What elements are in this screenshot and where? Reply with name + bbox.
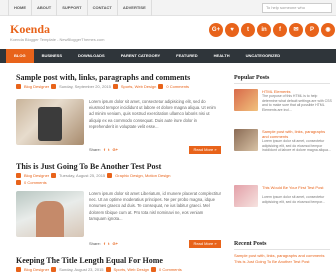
post-meta: Blog Designer Sunday, September 20, 2015… xyxy=(16,84,221,90)
popular-post-item: HTML Elements The purpose of this HTML i… xyxy=(232,89,332,121)
post-meta: Blog Designer Tuesday, August 25, 2015 G… xyxy=(16,173,221,179)
post-date: Sunday, August 23, 2015 xyxy=(59,267,104,272)
top-navigation: Home About Support Contact Advertise xyxy=(8,0,152,16)
post-thumbnail[interactable] xyxy=(16,191,84,237)
popular-post-title[interactable]: This Would Be Your First Test Post xyxy=(262,185,332,190)
post-thumbnail[interactable] xyxy=(16,99,84,145)
user-icon xyxy=(16,267,21,272)
social-icons: G+ ♥ t in f ✉ P ◉ xyxy=(207,23,335,37)
site-logo[interactable]: Koenda xyxy=(10,23,50,35)
comment-icon xyxy=(16,180,21,185)
nav-uncategorized[interactable]: Uncategorized xyxy=(238,49,289,63)
share-bar: Share: f t G+ xyxy=(89,147,118,152)
linkedin-icon[interactable]: in xyxy=(257,23,271,37)
top-nav-advertise[interactable]: Advertise xyxy=(118,0,152,16)
share-bar: Share: f t G+ xyxy=(89,241,118,246)
top-nav-support[interactable]: Support xyxy=(57,0,88,16)
read-more-button[interactable]: Read More » xyxy=(189,240,221,248)
twitter-share-icon[interactable]: t xyxy=(108,241,109,246)
share-label: Share: xyxy=(89,241,101,246)
tag-icon xyxy=(112,84,118,89)
post-author[interactable]: Blog Designer xyxy=(24,84,49,90)
post-author[interactable]: Blog Designer xyxy=(24,173,49,179)
popular-post-title[interactable]: Sample post with, links, paragraphs and … xyxy=(262,129,332,139)
clock-icon xyxy=(51,267,57,272)
post-title[interactable]: Keeping The Title Length Equal For Home xyxy=(16,256,221,266)
post-title[interactable]: This is Just Going To Be Another Test Po… xyxy=(16,162,221,172)
tag-icon xyxy=(107,173,113,178)
nav-business[interactable]: Business xyxy=(34,49,70,63)
read-more-button[interactable]: Read More » xyxy=(189,146,221,154)
popular-post-item: This Would Be Your First Test Post Lorem… xyxy=(232,185,332,217)
post-author[interactable]: Blog Designer xyxy=(24,267,49,273)
popular-post-thumbnail[interactable] xyxy=(234,185,258,207)
instagram-icon[interactable]: ◉ xyxy=(321,23,335,37)
top-nav-contact[interactable]: Contact xyxy=(88,0,118,16)
search-input[interactable]: To help someone who xyxy=(262,3,332,13)
post-item: This is Just Going To Be Another Test Po… xyxy=(16,162,221,248)
post-comments[interactable]: 0 Comments xyxy=(24,180,47,186)
post-title[interactable]: Sample post with, links, paragraphs and … xyxy=(16,73,221,83)
clock-icon xyxy=(51,84,57,89)
twitter-share-icon[interactable]: t xyxy=(108,147,109,152)
nav-downloads[interactable]: Downloads xyxy=(70,49,113,63)
googleplus-share-icon[interactable]: G+ xyxy=(112,241,117,246)
person-image xyxy=(36,201,64,237)
site-tagline: Koenda Blogger Template - NewBloggerThem… xyxy=(10,37,105,42)
popular-post-excerpt: Lorem ipsum dolor sit amet, consectetur … xyxy=(262,195,326,204)
recent-posts-title: Recent Posts xyxy=(234,241,330,250)
facebook-share-icon[interactable]: f xyxy=(104,241,105,246)
nav-featured[interactable]: Featured xyxy=(168,49,205,63)
post-excerpt: Lorem ipsum dolor sit amet Liberiatum, i… xyxy=(89,191,221,221)
post-labels[interactable]: Sports, Web Design xyxy=(121,84,157,90)
top-nav-about[interactable]: About xyxy=(32,0,58,16)
sidebar: Popular Posts HTML Elements The purpose … xyxy=(232,63,332,280)
pinterest-icon[interactable]: P xyxy=(305,23,319,37)
nav-health[interactable]: Health xyxy=(206,49,238,63)
popular-post-excerpt: The purpose of this HTML is to help dete… xyxy=(262,94,332,112)
post-date: Sunday, September 20, 2015 xyxy=(59,84,111,89)
mail-icon[interactable]: ✉ xyxy=(289,23,303,37)
post-comments[interactable]: 0 Comments xyxy=(166,84,189,90)
user-icon xyxy=(16,84,21,89)
facebook-share-icon[interactable]: f xyxy=(104,147,105,152)
comment-icon xyxy=(151,267,157,272)
tag-icon xyxy=(105,267,111,272)
user-icon xyxy=(16,173,21,178)
popular-post-excerpt: Lorem ipsum dolor sit amet, consectetur … xyxy=(262,139,331,153)
post-excerpt: Lorem ipsum dolor sit amet, consectetur … xyxy=(89,99,216,129)
share-label: Share: xyxy=(89,147,101,152)
post-labels[interactable]: Sports, Web Design xyxy=(114,267,150,273)
nav-blog[interactable]: Blog xyxy=(6,49,34,63)
popular-post-thumbnail[interactable] xyxy=(234,89,258,111)
popular-posts-title: Popular Posts xyxy=(234,75,330,84)
popular-post-item: Sample post with, links, paragraphs and … xyxy=(232,129,332,161)
phone-image xyxy=(38,107,62,141)
post-labels[interactable]: Graphic Design, Motion Design xyxy=(115,173,170,179)
nav-parent-category[interactable]: Parent Category xyxy=(113,49,168,63)
heart-icon[interactable]: ♥ xyxy=(225,23,239,37)
comment-icon xyxy=(158,84,164,89)
googleplus-share-icon[interactable]: G+ xyxy=(112,147,117,152)
post-meta: Blog Designer Sunday, August 23, 2015 Sp… xyxy=(16,267,221,273)
recent-post-link[interactable]: This is Just Going To Be Another Test Po… xyxy=(234,259,330,265)
post-item: Keeping The Title Length Equal For Home … xyxy=(16,256,221,280)
google-plus-icon[interactable]: G+ xyxy=(209,23,223,37)
post-comments[interactable]: 0 Comments xyxy=(159,267,182,273)
top-nav-home[interactable]: Home xyxy=(8,0,32,16)
post-list: Sample post with, links, paragraphs and … xyxy=(0,63,226,280)
facebook-icon[interactable]: f xyxy=(273,23,287,37)
post-date: Tuesday, August 25, 2015 xyxy=(59,173,106,178)
recent-posts-list: Sample post with, links, paragraphs and … xyxy=(234,253,330,265)
post-meta-comments: 0 Comments xyxy=(16,180,221,186)
top-bar: Home About Support Contact Advertise To … xyxy=(0,0,336,16)
popular-post-thumbnail[interactable] xyxy=(234,129,258,151)
main-navigation: Blog Business Downloads Parent Category … xyxy=(0,49,336,63)
twitter-icon[interactable]: t xyxy=(241,23,255,37)
post-item: Sample post with, links, paragraphs and … xyxy=(16,73,221,154)
clock-icon xyxy=(51,173,57,178)
